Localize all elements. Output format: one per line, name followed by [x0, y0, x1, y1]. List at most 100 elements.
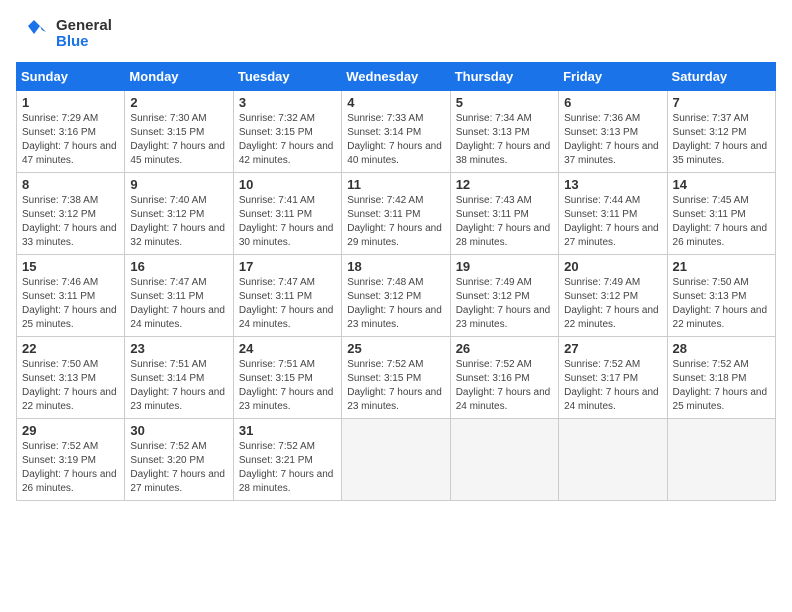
- day-number: 14: [673, 177, 770, 192]
- table-row: 22 Sunrise: 7:50 AM Sunset: 3:13 PM Dayl…: [17, 337, 125, 419]
- day-info: Sunrise: 7:41 AM Sunset: 3:11 PM Dayligh…: [239, 194, 336, 250]
- day-info: Sunrise: 7:49 AM Sunset: 3:12 PM Dayligh…: [564, 276, 661, 332]
- day-number: 24: [239, 341, 336, 356]
- table-row: [667, 419, 775, 501]
- table-row: 30 Sunrise: 7:52 AM Sunset: 3:20 PM Dayl…: [125, 419, 233, 501]
- table-row: 1 Sunrise: 7:29 AM Sunset: 3:16 PM Dayli…: [17, 91, 125, 173]
- calendar-header: Sunday Monday Tuesday Wednesday Thursday…: [17, 63, 776, 91]
- day-info: Sunrise: 7:30 AM Sunset: 3:15 PM Dayligh…: [130, 112, 227, 168]
- logo: General Blue: [16, 16, 112, 52]
- day-info: Sunrise: 7:48 AM Sunset: 3:12 PM Dayligh…: [347, 276, 444, 332]
- calendar-row: 29 Sunrise: 7:52 AM Sunset: 3:19 PM Dayl…: [17, 419, 776, 501]
- day-info: Sunrise: 7:33 AM Sunset: 3:14 PM Dayligh…: [347, 112, 444, 168]
- day-info: Sunrise: 7:36 AM Sunset: 3:13 PM Dayligh…: [564, 112, 661, 168]
- day-info: Sunrise: 7:50 AM Sunset: 3:13 PM Dayligh…: [673, 276, 770, 332]
- calendar-row: 22 Sunrise: 7:50 AM Sunset: 3:13 PM Dayl…: [17, 337, 776, 419]
- day-info: Sunrise: 7:52 AM Sunset: 3:20 PM Dayligh…: [130, 440, 227, 496]
- day-number: 10: [239, 177, 336, 192]
- day-number: 7: [673, 95, 770, 110]
- table-row: 7 Sunrise: 7:37 AM Sunset: 3:12 PM Dayli…: [667, 91, 775, 173]
- calendar-row: 15 Sunrise: 7:46 AM Sunset: 3:11 PM Dayl…: [17, 255, 776, 337]
- day-number: 4: [347, 95, 444, 110]
- day-number: 28: [673, 341, 770, 356]
- day-number: 27: [564, 341, 661, 356]
- table-row: 14 Sunrise: 7:45 AM Sunset: 3:11 PM Dayl…: [667, 173, 775, 255]
- logo-bird-icon: [16, 16, 52, 52]
- day-number: 15: [22, 259, 119, 274]
- calendar-row: 8 Sunrise: 7:38 AM Sunset: 3:12 PM Dayli…: [17, 173, 776, 255]
- day-number: 11: [347, 177, 444, 192]
- table-row: 13 Sunrise: 7:44 AM Sunset: 3:11 PM Dayl…: [559, 173, 667, 255]
- table-row: 17 Sunrise: 7:47 AM Sunset: 3:11 PM Dayl…: [233, 255, 341, 337]
- header-saturday: Saturday: [667, 63, 775, 91]
- day-info: Sunrise: 7:47 AM Sunset: 3:11 PM Dayligh…: [239, 276, 336, 332]
- day-info: Sunrise: 7:51 AM Sunset: 3:15 PM Dayligh…: [239, 358, 336, 414]
- day-number: 1: [22, 95, 119, 110]
- day-info: Sunrise: 7:52 AM Sunset: 3:19 PM Dayligh…: [22, 440, 119, 496]
- day-number: 18: [347, 259, 444, 274]
- calendar-body: 1 Sunrise: 7:29 AM Sunset: 3:16 PM Dayli…: [17, 91, 776, 501]
- logo-container: General Blue: [16, 16, 112, 52]
- header-friday: Friday: [559, 63, 667, 91]
- table-row: 20 Sunrise: 7:49 AM Sunset: 3:12 PM Dayl…: [559, 255, 667, 337]
- page-header: General Blue: [16, 16, 776, 52]
- day-number: 8: [22, 177, 119, 192]
- header-tuesday: Tuesday: [233, 63, 341, 91]
- table-row: 15 Sunrise: 7:46 AM Sunset: 3:11 PM Dayl…: [17, 255, 125, 337]
- table-row: 18 Sunrise: 7:48 AM Sunset: 3:12 PM Dayl…: [342, 255, 450, 337]
- table-row: 2 Sunrise: 7:30 AM Sunset: 3:15 PM Dayli…: [125, 91, 233, 173]
- day-number: 31: [239, 423, 336, 438]
- table-row: 5 Sunrise: 7:34 AM Sunset: 3:13 PM Dayli…: [450, 91, 558, 173]
- table-row: 28 Sunrise: 7:52 AM Sunset: 3:18 PM Dayl…: [667, 337, 775, 419]
- logo-text: General Blue: [56, 18, 112, 51]
- day-number: 29: [22, 423, 119, 438]
- day-info: Sunrise: 7:52 AM Sunset: 3:18 PM Dayligh…: [673, 358, 770, 414]
- day-number: 6: [564, 95, 661, 110]
- day-info: Sunrise: 7:38 AM Sunset: 3:12 PM Dayligh…: [22, 194, 119, 250]
- day-info: Sunrise: 7:50 AM Sunset: 3:13 PM Dayligh…: [22, 358, 119, 414]
- day-info: Sunrise: 7:47 AM Sunset: 3:11 PM Dayligh…: [130, 276, 227, 332]
- day-info: Sunrise: 7:44 AM Sunset: 3:11 PM Dayligh…: [564, 194, 661, 250]
- header-sunday: Sunday: [17, 63, 125, 91]
- header-wednesday: Wednesday: [342, 63, 450, 91]
- day-number: 23: [130, 341, 227, 356]
- day-info: Sunrise: 7:29 AM Sunset: 3:16 PM Dayligh…: [22, 112, 119, 168]
- day-info: Sunrise: 7:52 AM Sunset: 3:17 PM Dayligh…: [564, 358, 661, 414]
- table-row: 12 Sunrise: 7:43 AM Sunset: 3:11 PM Dayl…: [450, 173, 558, 255]
- day-info: Sunrise: 7:43 AM Sunset: 3:11 PM Dayligh…: [456, 194, 553, 250]
- day-info: Sunrise: 7:42 AM Sunset: 3:11 PM Dayligh…: [347, 194, 444, 250]
- table-row: 11 Sunrise: 7:42 AM Sunset: 3:11 PM Dayl…: [342, 173, 450, 255]
- day-number: 3: [239, 95, 336, 110]
- day-info: Sunrise: 7:52 AM Sunset: 3:16 PM Dayligh…: [456, 358, 553, 414]
- day-number: 20: [564, 259, 661, 274]
- table-row: [342, 419, 450, 501]
- day-number: 13: [564, 177, 661, 192]
- day-number: 30: [130, 423, 227, 438]
- table-row: 16 Sunrise: 7:47 AM Sunset: 3:11 PM Dayl…: [125, 255, 233, 337]
- day-number: 19: [456, 259, 553, 274]
- table-row: 24 Sunrise: 7:51 AM Sunset: 3:15 PM Dayl…: [233, 337, 341, 419]
- table-row: 27 Sunrise: 7:52 AM Sunset: 3:17 PM Dayl…: [559, 337, 667, 419]
- day-info: Sunrise: 7:34 AM Sunset: 3:13 PM Dayligh…: [456, 112, 553, 168]
- table-row: 4 Sunrise: 7:33 AM Sunset: 3:14 PM Dayli…: [342, 91, 450, 173]
- day-number: 2: [130, 95, 227, 110]
- day-number: 25: [347, 341, 444, 356]
- table-row: 19 Sunrise: 7:49 AM Sunset: 3:12 PM Dayl…: [450, 255, 558, 337]
- header-thursday: Thursday: [450, 63, 558, 91]
- day-number: 17: [239, 259, 336, 274]
- day-number: 12: [456, 177, 553, 192]
- calendar-table: Sunday Monday Tuesday Wednesday Thursday…: [16, 62, 776, 501]
- day-info: Sunrise: 7:37 AM Sunset: 3:12 PM Dayligh…: [673, 112, 770, 168]
- day-info: Sunrise: 7:52 AM Sunset: 3:21 PM Dayligh…: [239, 440, 336, 496]
- table-row: 8 Sunrise: 7:38 AM Sunset: 3:12 PM Dayli…: [17, 173, 125, 255]
- table-row: 29 Sunrise: 7:52 AM Sunset: 3:19 PM Dayl…: [17, 419, 125, 501]
- day-info: Sunrise: 7:45 AM Sunset: 3:11 PM Dayligh…: [673, 194, 770, 250]
- table-row: 23 Sunrise: 7:51 AM Sunset: 3:14 PM Dayl…: [125, 337, 233, 419]
- day-info: Sunrise: 7:52 AM Sunset: 3:15 PM Dayligh…: [347, 358, 444, 414]
- day-number: 22: [22, 341, 119, 356]
- table-row: [450, 419, 558, 501]
- day-number: 9: [130, 177, 227, 192]
- day-number: 26: [456, 341, 553, 356]
- table-row: 6 Sunrise: 7:36 AM Sunset: 3:13 PM Dayli…: [559, 91, 667, 173]
- calendar-row: 1 Sunrise: 7:29 AM Sunset: 3:16 PM Dayli…: [17, 91, 776, 173]
